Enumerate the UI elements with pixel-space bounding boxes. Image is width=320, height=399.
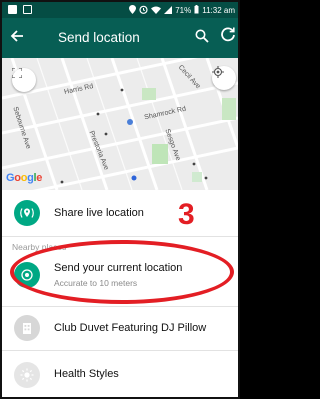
sun-icon bbox=[14, 362, 40, 388]
arrow-left-icon[interactable] bbox=[10, 27, 24, 47]
search-icon[interactable] bbox=[195, 29, 209, 48]
battery-icon bbox=[194, 5, 199, 16]
step-number-annotation: 3 bbox=[178, 198, 195, 231]
live-location-icon bbox=[14, 200, 40, 226]
building-icon bbox=[14, 315, 40, 341]
highlight-ellipse-annotation bbox=[10, 240, 234, 304]
map-view[interactable]: Harris Rd Sebourne Ave Prestoria Ave Sha… bbox=[2, 58, 238, 190]
page-title: Send location bbox=[58, 30, 140, 45]
map-canvas bbox=[2, 58, 238, 190]
wifi-icon bbox=[151, 6, 162, 16]
divider bbox=[2, 306, 238, 307]
battery-percent: 71% bbox=[175, 6, 192, 15]
app-bar: Send location bbox=[2, 18, 238, 58]
place-item-health-styles[interactable]: Health Styles bbox=[2, 354, 238, 394]
status-bar: 71% 11:32 am bbox=[2, 2, 238, 18]
share-live-location[interactable]: Share live location bbox=[2, 192, 238, 234]
image-icon bbox=[23, 5, 32, 14]
signal-icon bbox=[164, 5, 173, 16]
place-item-club-duvet[interactable]: Club Duvet Featuring DJ Pillow bbox=[2, 310, 238, 346]
alarm-icon bbox=[139, 5, 148, 16]
location-pin-icon bbox=[129, 5, 137, 16]
notification-icon bbox=[8, 5, 17, 14]
screenshot-frame: 71% 11:32 am Send location Harris Rd Seb… bbox=[0, 0, 240, 399]
fullscreen-icon[interactable] bbox=[12, 68, 36, 92]
divider bbox=[2, 236, 238, 237]
my-location-icon[interactable] bbox=[212, 66, 236, 90]
place-name: Club Duvet Featuring DJ Pillow bbox=[54, 322, 207, 334]
refresh-icon[interactable] bbox=[220, 26, 236, 47]
share-live-location-label: Share live location bbox=[54, 207, 144, 219]
place-name: Health Styles bbox=[54, 368, 119, 380]
google-logo: Google bbox=[6, 172, 43, 184]
status-time: 11:32 am bbox=[202, 6, 235, 15]
divider bbox=[2, 350, 238, 351]
